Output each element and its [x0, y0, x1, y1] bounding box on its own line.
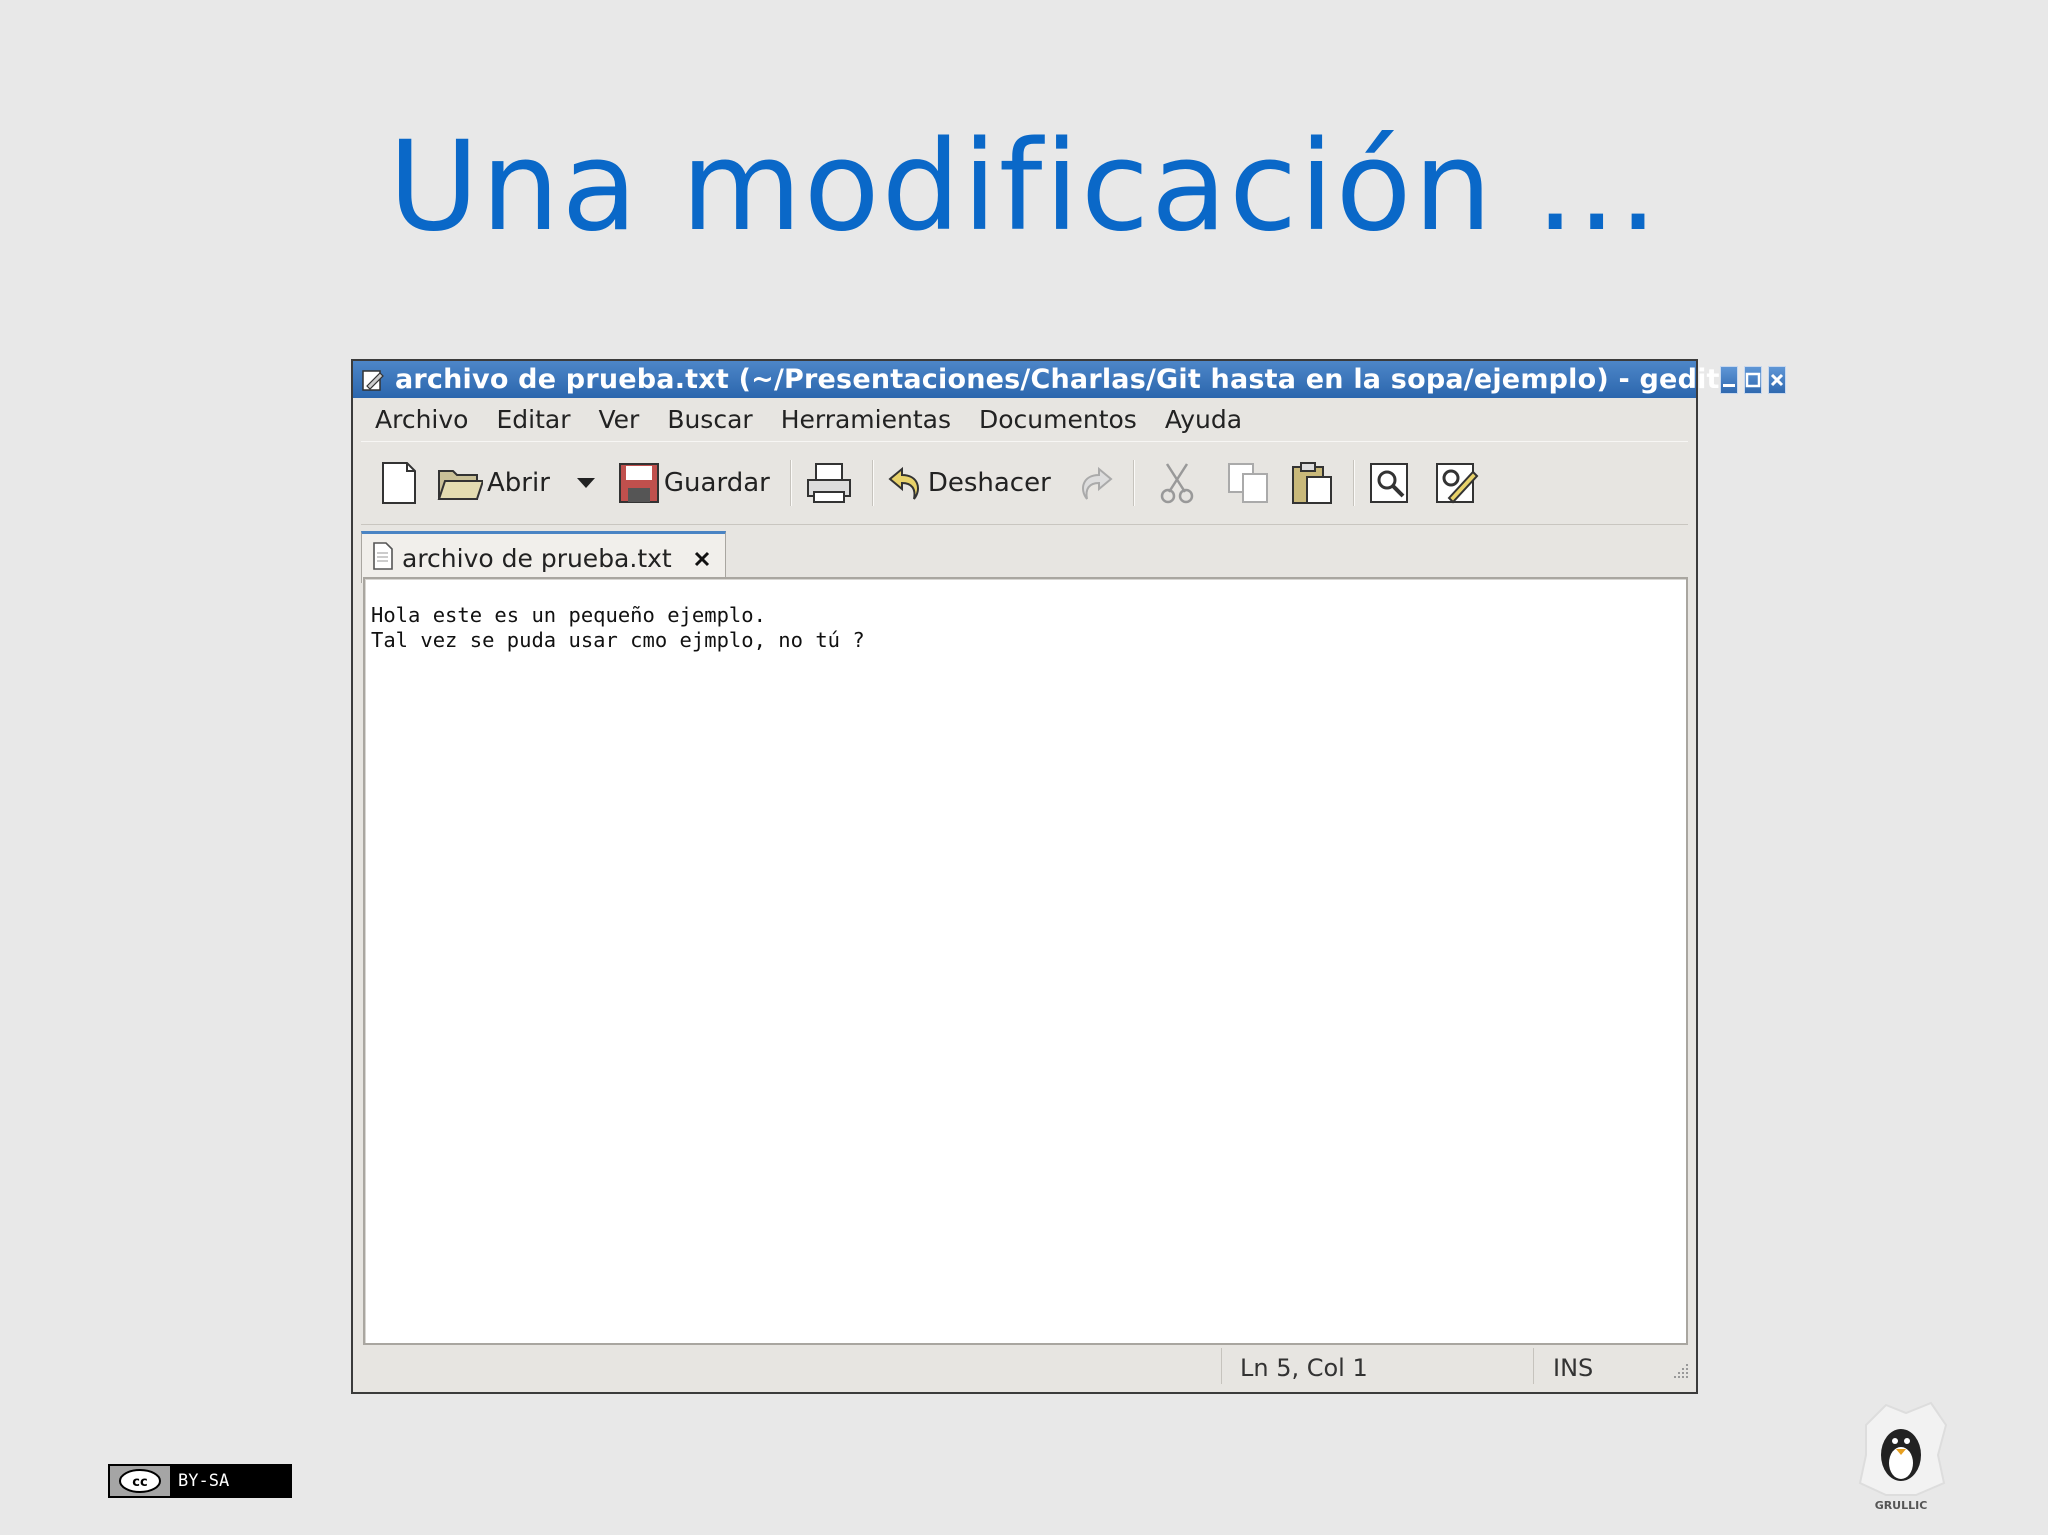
undo-button[interactable]: Deshacer [888, 463, 1051, 503]
menu-bar: Archivo Editar Ver Buscar Herramientas D… [353, 398, 1696, 440]
paste-button[interactable] [1291, 461, 1333, 505]
cc-logo-icon: cc [110, 1466, 170, 1496]
recent-files-dropdown[interactable] [576, 476, 596, 490]
minimize-button[interactable] [1719, 365, 1738, 394]
slide-title: Una modificación ... [388, 115, 1660, 259]
insert-mode: INS [1553, 1354, 1594, 1382]
redo-button[interactable] [1079, 463, 1113, 503]
maximize-icon [1745, 372, 1760, 387]
cut-button[interactable] [1159, 462, 1195, 504]
tab-bar: archivo de prueba.txt [361, 523, 1688, 583]
find-replace-icon [1435, 463, 1479, 504]
redo-icon [1081, 466, 1113, 500]
toolbar: Abrir Guardar Deshacer [361, 441, 1688, 525]
resize-grip-icon[interactable] [1670, 1358, 1690, 1386]
new-document-icon [382, 462, 416, 504]
minimize-icon [1722, 383, 1735, 387]
copy-icon [1227, 463, 1268, 503]
cc-license-badge: cc BY-SA [108, 1464, 292, 1498]
svg-text:cc: cc [132, 1475, 147, 1490]
menu-ver[interactable]: Ver [598, 405, 639, 434]
save-button[interactable]: Guardar [618, 462, 770, 504]
gedit-window: archivo de prueba.txt (~/Presentaciones/… [351, 359, 1786, 1394]
menu-documentos[interactable]: Documentos [979, 405, 1137, 434]
status-divider [1221, 1348, 1222, 1384]
undo-label: Deshacer [927, 468, 1051, 498]
toolbar-separator [871, 460, 874, 506]
close-icon [1770, 373, 1783, 386]
save-icon [618, 463, 659, 503]
window-titlebar[interactable]: archivo de prueba.txt (~/Presentaciones/… [353, 361, 1786, 398]
tab-archivo-de-prueba[interactable]: archivo de prueba.txt [361, 531, 726, 583]
print-button[interactable] [806, 462, 852, 504]
license-text: BY-SA [178, 1471, 230, 1491]
chevron-down-icon [576, 478, 595, 488]
search-icon [1369, 463, 1408, 503]
tab-close-icon[interactable] [685, 544, 719, 574]
menu-archivo[interactable]: Archivo [375, 405, 468, 434]
close-button[interactable] [1767, 365, 1786, 394]
menu-herramientas[interactable]: Herramientas [781, 405, 951, 434]
status-bar: Ln 5, Col 1 INS [353, 1344, 1696, 1392]
document-icon [372, 541, 394, 577]
toolbar-separator [789, 460, 792, 506]
status-divider [1533, 1348, 1534, 1384]
printer-icon [806, 463, 851, 503]
svg-text:GRULLIC: GRULLIC [1875, 1499, 1928, 1512]
folder-icon [437, 470, 483, 500]
maximize-button[interactable] [1743, 365, 1762, 394]
menu-ayuda[interactable]: Ayuda [1165, 405, 1242, 434]
gedit-app-icon [361, 367, 385, 393]
new-document-button[interactable] [377, 461, 421, 505]
editor-content: Hola este es un pequeño ejemplo. Tal vez… [371, 603, 865, 652]
save-label: Guardar [663, 468, 770, 498]
window-title: archivo de prueba.txt (~/Presentaciones/… [395, 364, 1720, 395]
open-label: Abrir [487, 468, 550, 498]
undo-icon [888, 466, 919, 500]
find-button[interactable] [1369, 462, 1411, 504]
cursor-position: Ln 5, Col 1 [1240, 1354, 1368, 1382]
menu-editar[interactable]: Editar [496, 405, 570, 434]
toolbar-separator [1352, 460, 1355, 506]
grulic-penguin-logo: GRULLIC [1846, 1395, 1956, 1515]
copy-button[interactable] [1227, 462, 1271, 504]
menu-buscar[interactable]: Buscar [667, 405, 752, 434]
replace-button[interactable] [1435, 462, 1479, 504]
toolbar-separator [1132, 460, 1135, 506]
tab-label: archivo de prueba.txt [402, 544, 672, 573]
open-button[interactable]: Abrir [437, 463, 550, 503]
paste-icon [1291, 462, 1332, 504]
text-editor[interactable]: Hola este es un pequeño ejemplo. Tal vez… [363, 577, 1688, 1345]
cut-icon [1160, 463, 1194, 504]
